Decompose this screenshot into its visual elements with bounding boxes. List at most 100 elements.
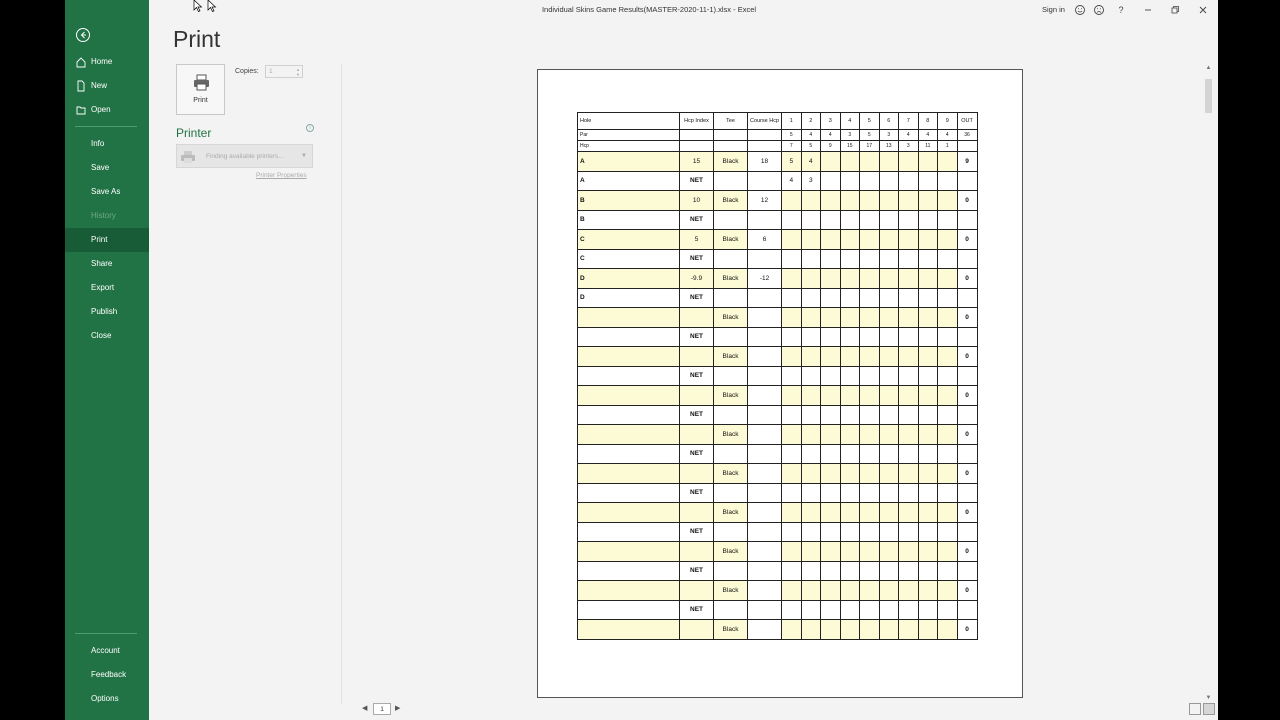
score-cell[interactable] — [820, 268, 841, 289]
header-hole-number[interactable]: 8 — [917, 112, 939, 130]
score-cell[interactable] — [937, 229, 958, 250]
score-cell[interactable] — [878, 521, 900, 542]
course-hcp-cell[interactable] — [746, 443, 783, 464]
score-cell[interactable] — [898, 560, 919, 581]
score-cell[interactable] — [917, 521, 939, 542]
tee-cell[interactable]: Black — [713, 619, 748, 640]
tee-cell[interactable]: Black — [713, 463, 748, 484]
score-cell[interactable] — [781, 326, 802, 347]
score-cell[interactable] — [839, 443, 861, 464]
score-cell[interactable] — [820, 541, 841, 562]
player-name-cell[interactable] — [577, 443, 680, 464]
score-cell[interactable] — [859, 385, 880, 406]
score-cell[interactable] — [839, 248, 861, 269]
score-cell[interactable] — [878, 560, 900, 581]
score-cell[interactable] — [878, 307, 900, 328]
score-cell[interactable] — [937, 209, 958, 230]
table-cell[interactable]: 5 — [781, 129, 802, 141]
score-cell[interactable] — [781, 521, 802, 542]
score-cell[interactable] — [898, 502, 919, 523]
score-cell[interactable] — [800, 287, 822, 308]
score-cell[interactable] — [878, 443, 900, 464]
table-cell[interactable] — [746, 140, 783, 152]
score-cell[interactable] — [878, 209, 900, 230]
score-cell[interactable] — [898, 190, 919, 211]
player-name-cell[interactable]: D — [577, 268, 680, 289]
score-cell[interactable] — [839, 170, 861, 191]
score-cell[interactable] — [839, 463, 861, 484]
score-cell[interactable] — [781, 346, 802, 367]
score-cell[interactable] — [937, 190, 958, 211]
tee-cell[interactable] — [713, 248, 748, 269]
score-cell[interactable] — [800, 209, 822, 230]
hcp-index-cell[interactable]: NET — [679, 599, 714, 620]
course-hcp-cell[interactable] — [746, 521, 783, 542]
score-cell[interactable] — [878, 326, 900, 347]
score-cell[interactable] — [859, 463, 880, 484]
print-button[interactable]: Print — [176, 64, 225, 115]
hcp-index-cell[interactable]: -9.9 — [679, 268, 714, 289]
score-cell[interactable] — [781, 248, 802, 269]
score-cell[interactable] — [820, 229, 841, 250]
score-cell[interactable] — [820, 385, 841, 406]
score-cell[interactable] — [800, 541, 822, 562]
player-name-cell[interactable] — [577, 463, 680, 484]
player-name-cell[interactable] — [577, 580, 680, 601]
score-cell[interactable] — [859, 151, 880, 172]
score-cell[interactable] — [820, 599, 841, 620]
score-cell[interactable] — [898, 170, 919, 191]
course-hcp-cell[interactable] — [746, 307, 783, 328]
player-name-cell[interactable] — [577, 326, 680, 347]
score-cell[interactable] — [820, 151, 841, 172]
table-cell[interactable]: 3 — [839, 129, 861, 141]
table-cell[interactable]: 7 — [781, 140, 802, 152]
sidebar-item-save-as[interactable]: Save As — [65, 180, 149, 204]
score-cell[interactable] — [781, 287, 802, 308]
course-hcp-cell[interactable]: 6 — [746, 229, 783, 250]
score-cell[interactable] — [878, 287, 900, 308]
tee-cell[interactable]: Black — [713, 268, 748, 289]
score-cell[interactable] — [800, 463, 822, 484]
zoom-to-page-icon[interactable] — [1203, 703, 1215, 715]
header-tee[interactable]: Tee — [713, 112, 748, 130]
header-out[interactable]: OUT — [956, 112, 978, 130]
player-name-cell[interactable]: C — [577, 248, 680, 269]
score-cell[interactable] — [800, 268, 822, 289]
score-cell[interactable]: 3 — [800, 170, 822, 191]
show-margins-icon[interactable] — [1189, 703, 1201, 715]
score-cell[interactable] — [917, 287, 939, 308]
course-hcp-cell[interactable] — [746, 170, 783, 191]
score-cell[interactable] — [937, 619, 958, 640]
table-cell[interactable]: 3 — [878, 129, 900, 141]
sidebar-item-print[interactable]: Print — [65, 228, 149, 252]
score-cell[interactable] — [917, 365, 939, 386]
score-cell[interactable] — [820, 521, 841, 542]
scroll-down-icon[interactable]: ▼ — [1204, 695, 1213, 701]
score-cell[interactable] — [898, 209, 919, 230]
score-cell[interactable] — [898, 151, 919, 172]
smile-icon[interactable] — [1073, 3, 1087, 17]
score-cell[interactable] — [820, 482, 841, 503]
score-cell[interactable] — [898, 521, 919, 542]
score-cell[interactable] — [878, 385, 900, 406]
score-cell[interactable] — [859, 190, 880, 211]
course-hcp-cell[interactable] — [746, 560, 783, 581]
score-cell[interactable] — [917, 463, 939, 484]
score-cell[interactable] — [820, 560, 841, 581]
next-page-icon[interactable]: ▶ — [395, 704, 403, 712]
player-name-cell[interactable] — [577, 307, 680, 328]
score-cell[interactable] — [937, 346, 958, 367]
header-hcp-index[interactable]: Hcp Index — [679, 112, 714, 130]
score-cell[interactable] — [917, 268, 939, 289]
score-cell[interactable] — [917, 151, 939, 172]
score-cell[interactable] — [839, 346, 861, 367]
score-cell[interactable] — [878, 599, 900, 620]
score-cell[interactable] — [937, 385, 958, 406]
score-cell[interactable] — [820, 326, 841, 347]
score-cell[interactable] — [781, 229, 802, 250]
score-cell[interactable] — [859, 365, 880, 386]
sidebar-item-feedback[interactable]: Feedback — [65, 663, 149, 687]
score-cell[interactable] — [820, 424, 841, 445]
table-cell[interactable]: 1 — [937, 140, 958, 152]
out-total-cell[interactable]: 0 — [956, 190, 978, 211]
